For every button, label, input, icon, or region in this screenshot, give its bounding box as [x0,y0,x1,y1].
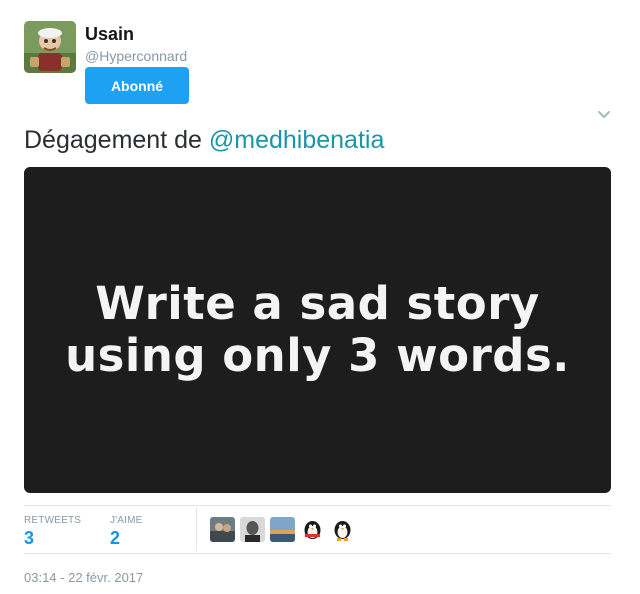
liker-avatar-1[interactable] [210,517,235,542]
liker-avatar-3[interactable] [270,517,295,542]
following-button[interactable]: Abonné [85,67,189,104]
divider-top [24,505,611,506]
media-text-line-2: using only 3 words. [65,329,570,382]
tweet-text: Dégagement de @medhibenatia [24,124,384,156]
stats-separator [196,507,197,551]
chevron-down-icon[interactable] [596,106,612,122]
tweet-media-image[interactable]: Write a sad story using only 3 words. [24,167,611,493]
tweet-card: Usain @Hyperconnard Abonné Dégagement de… [0,0,640,594]
likes-count[interactable]: 2 [110,528,120,549]
penguin-avatar-5[interactable] [330,517,355,542]
avatar[interactable] [24,21,76,73]
retweets-label: RETWEETS [24,515,82,526]
mention-link[interactable]: @medhibenatia [209,126,385,154]
likes-label: J'AIME [110,515,143,526]
tweet-text-prefix: Dégagement de [24,126,209,154]
tweet-timestamp[interactable]: 03:14 - 22 févr. 2017 [24,570,143,585]
display-name[interactable]: Usain [85,23,134,45]
penguin-avatar-4[interactable] [300,517,325,542]
retweets-count[interactable]: 3 [24,528,34,549]
user-handle[interactable]: @Hyperconnard [85,47,187,65]
media-text-line-1: Write a sad story [95,277,540,330]
divider-bottom [24,553,611,554]
liker-avatar-2[interactable] [240,517,265,542]
liker-avatars [210,517,355,542]
